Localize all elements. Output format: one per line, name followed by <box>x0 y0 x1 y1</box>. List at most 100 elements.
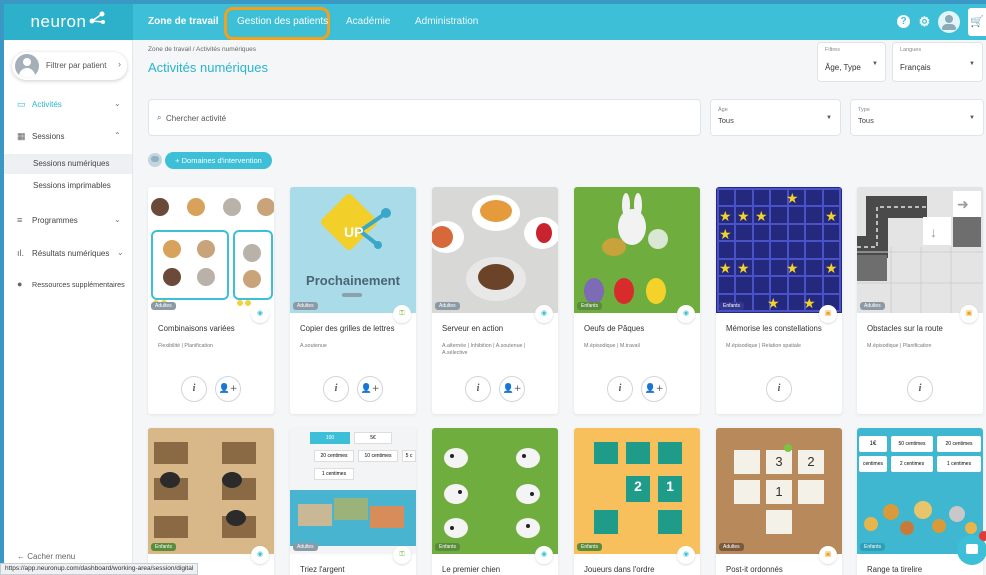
sidebar-item-sessions[interactable]: ▦ Sessions ⌃ <box>4 126 132 148</box>
people-faces-image <box>151 198 274 306</box>
type-dropdown[interactable]: Type Tous ▼ <box>850 99 984 136</box>
gamepad-icon: ◉ <box>251 546 269 564</box>
logo-neuron-icon <box>89 11 106 24</box>
search-input[interactable] <box>166 110 686 126</box>
gear-icon[interactable]: ⚙ <box>918 15 931 28</box>
assign-patient-button[interactable]: 👤+ <box>499 376 525 402</box>
activity-card[interactable]: Enfants ◉ <box>148 428 274 575</box>
shirt-number: 1 <box>666 478 674 494</box>
svg-text:★: ★ <box>719 261 732 277</box>
activity-thumbnail: 1€ 50 centimes 20 centimes centimes 2 ce… <box>857 428 983 554</box>
hide-menu-button[interactable]: ← Cacher menu <box>17 552 75 561</box>
activity-thumbnail: 3 2 1 <box>716 428 842 554</box>
svg-text:★: ★ <box>737 209 750 225</box>
nav-gestion-des-patients[interactable]: Gestion des patients <box>237 4 328 40</box>
info-button[interactable]: i <box>907 376 933 402</box>
sidebar-item-label: Programmes <box>32 216 78 225</box>
dalmatians-image <box>444 448 540 538</box>
post-it-number: 1 <box>775 484 783 499</box>
list-icon: ≡ <box>17 215 23 225</box>
sidebar-item-label: Sessions <box>32 132 65 141</box>
activity-thumbnail <box>432 428 558 554</box>
activity-tags: A.alternée | Inhibition | A.soutenue | A… <box>442 343 526 356</box>
info-button[interactable]: i <box>323 376 349 402</box>
activity-title: Combinaisons variées <box>158 324 235 333</box>
logo[interactable]: neuron <box>4 4 133 40</box>
language-select[interactable]: Langues Français ▼ <box>892 42 983 82</box>
type-dropdown-value: Tous <box>858 116 874 125</box>
sidebar-subitem-sessions-imprimables[interactable]: Sessions imprimables <box>4 176 132 196</box>
activity-title: Triez l'argent <box>300 565 345 574</box>
easter-eggs-image <box>584 193 668 304</box>
filters-select[interactable]: Filtres Âge, Type ▼ <box>817 42 886 82</box>
key-icon: ⚿ <box>393 305 411 323</box>
post-it-number: 3 <box>775 454 783 469</box>
caret-down-icon: ▼ <box>872 61 878 67</box>
help-icon[interactable]: ? <box>897 15 910 28</box>
domains-button[interactable]: + Domaines d'intervention <box>165 152 272 169</box>
arrow-left-icon: ← <box>17 552 25 561</box>
sidebar: Filtrer par patient › ▭ Activités ⌄ ▦ Se… <box>4 40 133 575</box>
age-dropdown[interactable]: Âge Tous ▼ <box>710 99 841 136</box>
food-image <box>432 195 558 301</box>
info-button[interactable]: i <box>766 376 792 402</box>
activity-tags: M.épisodique | M.travail <box>584 343 640 349</box>
patient-filter-label: Filtrer par patient <box>46 61 107 70</box>
sidebar-item-resultats[interactable]: ıl. Résultats numériques ⌄ <box>4 243 132 265</box>
activity-card[interactable]: Adultes ◉ Serveur en action A.alternée |… <box>432 187 558 414</box>
svg-text:★: ★ <box>803 296 816 312</box>
activity-title: Le premier chien <box>442 565 501 574</box>
nav-administration[interactable]: Administration <box>415 4 478 40</box>
activity-card[interactable]: 100 5€ 20 centimes 10 centimes 5 c 1 cen… <box>290 428 416 575</box>
activity-thumbnail <box>432 187 558 313</box>
age-badge: Enfants <box>151 543 176 551</box>
key-icon: ⚿ <box>393 546 411 564</box>
activity-thumbnail: 2 1 <box>574 428 700 554</box>
chevron-down-icon: ⌄ <box>114 215 121 224</box>
sidebar-item-ressources[interactable]: ● Ressources supplémentaires <box>4 274 132 296</box>
activity-card[interactable]: Enfants ◉ Le premier chien <box>432 428 558 575</box>
cart-icon[interactable]: 🛒 <box>968 8 986 36</box>
sidebar-item-programmes[interactable]: ≡ Programmes ⌄ <box>4 210 132 232</box>
assign-patient-button[interactable]: 👤+ <box>215 376 241 402</box>
bar-chart-icon: ıl. <box>17 248 25 258</box>
brain-icon <box>148 153 162 167</box>
activity-card[interactable]: 3 2 1 Adultes ▣ Post-it ordonnés <box>716 428 842 575</box>
sidebar-item-activites[interactable]: ▭ Activités ⌄ <box>4 94 132 116</box>
nav-academie[interactable]: Académie <box>346 4 390 40</box>
activity-card[interactable]: 2 1 Enfants ◉ Joueurs dans l'ordre <box>574 428 700 575</box>
activity-tags: Flexibilité | Planification <box>158 343 213 349</box>
star-grid-image: ★ ★ ★ ★ ★ ★ ★ ★ ★ ★ ★ ★ <box>717 188 841 312</box>
info-button[interactable]: i <box>465 376 491 402</box>
nav-zone-de-travail[interactable]: Zone de travail <box>148 4 219 40</box>
activity-card[interactable]: Adultes ◉ Combinaisons variées Flexibili… <box>148 187 274 414</box>
activity-thumbnail: ➜ ↓ <box>857 187 983 313</box>
svg-text:★: ★ <box>786 261 799 277</box>
info-button[interactable]: i <box>181 376 207 402</box>
age-badge: Adultes <box>860 302 885 310</box>
info-button[interactable]: i <box>607 376 633 402</box>
shirt-number: 2 <box>634 478 642 494</box>
activity-card[interactable]: ★ ★ ★ ★ ★ ★ ★ ★ ★ ★ ★ ★ Enfants ▣ Mémorise les c… <box>716 187 842 414</box>
assign-patient-button[interactable]: 👤+ <box>641 376 667 402</box>
age-badge: Enfants <box>860 543 885 551</box>
sidebar-subitem-sessions-numeriques[interactable]: Sessions numériques <box>4 154 132 174</box>
activity-card[interactable]: Enfants ◉ Oeufs de Pâques M.épisodique |… <box>574 187 700 414</box>
age-badge: Enfants <box>435 543 460 551</box>
assign-patient-button[interactable]: 👤+ <box>357 376 383 402</box>
activity-thumbnail: UP Prochainement <box>290 187 416 313</box>
sidebar-item-label: Résultats numériques <box>32 249 110 258</box>
activity-thumbnail: ★ ★ ★ ★ ★ ★ ★ ★ ★ ★ ★ ★ <box>716 187 842 313</box>
activity-card[interactable]: ➜ ↓ Adultes ▣ Obstacles sur la route M.é… <box>857 187 983 414</box>
chevron-down-icon: ⌄ <box>114 99 121 108</box>
type-dropdown-label: Type <box>858 107 870 113</box>
activity-thumbnail: 100 5€ 20 centimes 10 centimes 5 c 1 cen… <box>290 428 416 554</box>
activity-thumbnail <box>148 187 274 313</box>
printer-icon: ▣ <box>819 546 837 564</box>
patient-filter-button[interactable]: Filtrer par patient › <box>12 52 127 80</box>
activity-title: Serveur en action <box>442 324 504 333</box>
activity-card[interactable]: UP Prochainement Adultes ⚿ Copier des gr… <box>290 187 416 414</box>
activity-tags: M.épisodique | Relation spatiale <box>726 343 801 349</box>
user-avatar[interactable] <box>938 11 960 33</box>
activity-title: Post-it ordonnés <box>726 565 783 574</box>
